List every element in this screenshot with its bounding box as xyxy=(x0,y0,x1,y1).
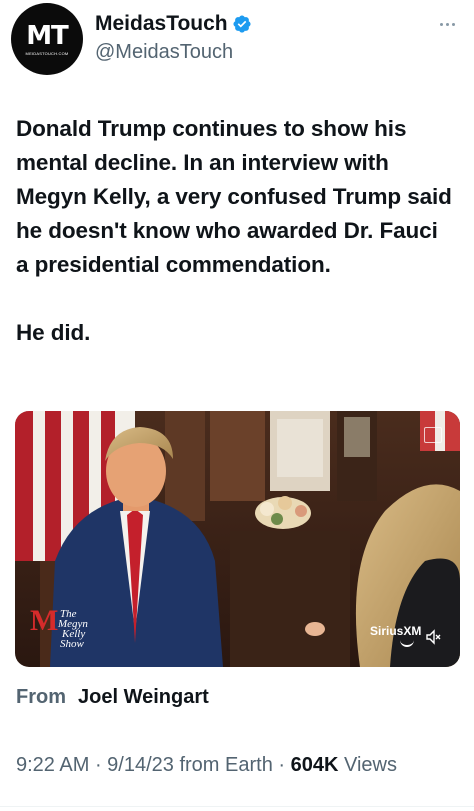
tweet-card: MT MEIDASTOUCH.COM MeidasTouch @MeidasTo… xyxy=(0,0,474,811)
avatar[interactable]: MT MEIDASTOUCH.COM xyxy=(11,3,83,75)
divider xyxy=(0,806,474,807)
verified-badge-icon xyxy=(233,15,251,33)
tweet-text-paragraph: He did. xyxy=(16,320,91,345)
tweet-date[interactable]: 9/14/23 xyxy=(107,754,174,776)
more-dot xyxy=(445,22,449,26)
avatar-site-text: MEIDASTOUCH.COM xyxy=(25,50,69,56)
source-attribution: From Joel Weingart xyxy=(16,686,209,709)
source-account-link[interactable]: Joel Weingart xyxy=(78,686,209,709)
views-label: Views xyxy=(338,754,397,776)
author-handle[interactable]: @MeidasTouch xyxy=(95,41,233,64)
speaker-muted-glyph xyxy=(426,629,441,645)
gif-badge-icon[interactable] xyxy=(424,427,442,443)
author-display-name[interactable]: MeidasTouch xyxy=(95,12,228,36)
tweet-time[interactable]: 9:22 AM xyxy=(16,754,89,776)
siriusxm-logo: SiriusXM xyxy=(370,624,422,647)
tweet-text: Donald Trump continues to show his menta… xyxy=(16,112,456,350)
tweet-video[interactable]: M The Megyn Kelly Show SiriusXM xyxy=(15,411,460,667)
show-logo-mark: M xyxy=(30,604,59,637)
tweet-meta: 9:22 AM · 9/14/23 from Earth · 604K View… xyxy=(16,752,456,779)
from-label: From xyxy=(16,686,66,708)
siriusxm-logo-text: SiriusXM xyxy=(370,624,422,638)
speaker-muted-icon[interactable] xyxy=(425,629,441,645)
more-dot xyxy=(451,22,455,26)
author-name-row: MeidasTouch xyxy=(95,12,252,36)
more-dot xyxy=(439,22,443,26)
show-logo-line: Show xyxy=(60,638,84,650)
views-count: 604K xyxy=(290,754,339,776)
meta-separator: · xyxy=(272,754,291,776)
avatar-monogram: MT xyxy=(26,20,69,51)
more-dots-icon[interactable] xyxy=(432,14,462,34)
tweet-text-paragraph: Donald Trump continues to show his menta… xyxy=(16,116,452,277)
tweet-source-client: from Earth xyxy=(173,754,273,776)
meta-separator: · xyxy=(89,754,108,776)
